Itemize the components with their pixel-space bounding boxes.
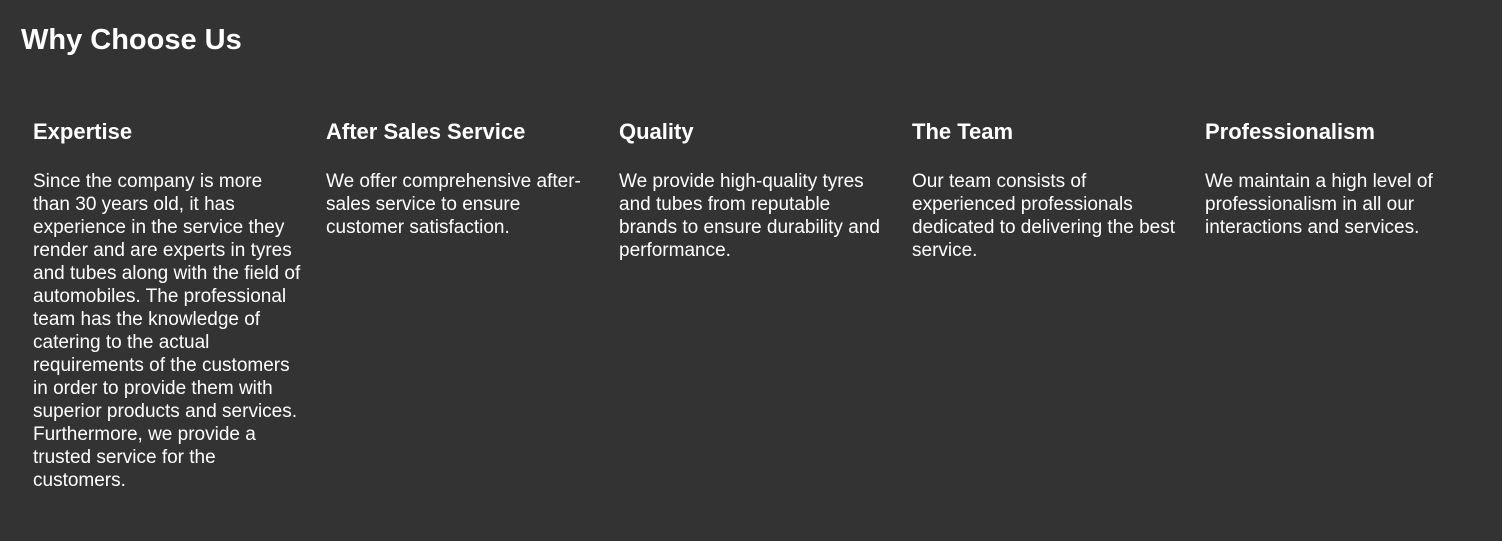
feature-description: We provide high-quality tyres and tubes … (619, 171, 880, 261)
feature-description: We maintain a high level of professional… (1205, 171, 1433, 238)
why-choose-us-section: Why Choose Us Expertise Since the compan… (0, 0, 1502, 541)
feature-title: Professionalism (1205, 119, 1375, 144)
feature-title: After Sales Service (326, 119, 526, 144)
feature-quality: Quality We provide high-quality tyres an… (607, 118, 900, 492)
feature-after-sales-service: After Sales Service We offer comprehensi… (314, 118, 607, 492)
feature-title: Quality (619, 119, 694, 144)
feature-title: Expertise (33, 119, 133, 144)
feature-title: The Team (912, 119, 1014, 144)
feature-description: Our team consists of experienced profess… (912, 171, 1176, 261)
features-row: Expertise Since the company is more than… (21, 118, 1490, 492)
feature-description: We offer comprehensive after-sales servi… (326, 171, 581, 238)
feature-professionalism: Professionalism We maintain a high level… (1193, 118, 1486, 492)
feature-expertise: Expertise Since the company is more than… (21, 118, 314, 492)
feature-description: Since the company is more than 30 years … (33, 171, 301, 491)
section-title: Why Choose Us (21, 24, 242, 56)
feature-the-team: The Team Our team consists of experience… (900, 118, 1193, 492)
